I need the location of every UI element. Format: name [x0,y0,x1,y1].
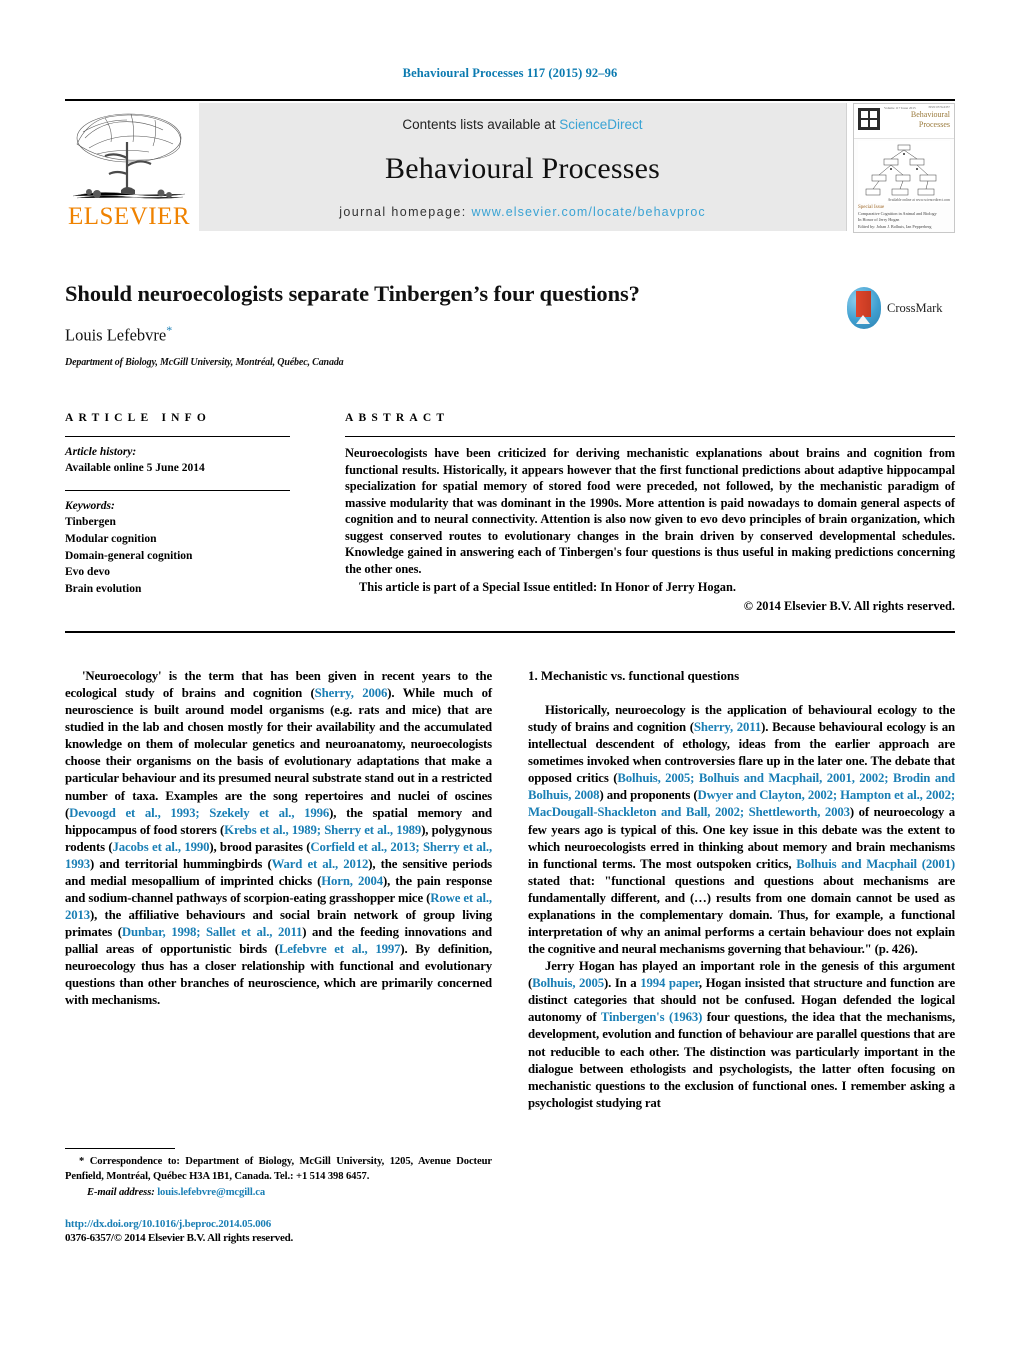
body-column-right: 1. Mechanistic vs. functional questions … [528,668,955,1112]
crossmark-label: CrossMark [887,300,943,315]
cover-title-line2: Processes [918,120,950,129]
citation-link[interactable]: 1994 paper [640,976,699,990]
citation-link[interactable]: Krebs et al., 1989; Sherry et al., 1989 [224,823,421,837]
running-head: Behavioural Processes 117 (2015) 92–96 [402,66,618,80]
abstract-copyright: © 2014 Elsevier B.V. All rights reserved… [743,598,955,613]
keyword-item: Evo devo [65,566,111,579]
doi-link[interactable]: http://dx.doi.org/10.1016/j.beproc.2014.… [65,1218,565,1230]
crossmark-badge[interactable]: CrossMark [847,285,955,331]
article-info-column: Article history: Available online 5 June… [65,436,290,598]
sciencedirect-link[interactable]: ScienceDirect [559,117,642,132]
text-run: four questions, the idea that the mechan… [528,1010,956,1110]
email-link[interactable]: louis.lefebvre@mcgill.ca [157,1187,265,1198]
keywords-label: Keywords: [65,499,115,512]
text-run: ). In a [604,976,641,991]
cover-title-line1: Behavioural [910,110,950,119]
section-title: 1. Mechanistic vs. functional questions [528,668,740,683]
issn-copyright: 0376-6357/© 2014 Elsevier B.V. All right… [65,1232,294,1244]
correspondence-marker: * [79,1156,85,1167]
author-line: Louis Lefebvre* [65,323,955,346]
journal-title: Behavioural Processes [385,151,660,185]
cover-journal-title: Behavioural Processes [911,110,950,130]
elsevier-wordmark: ELSEVIER [67,203,191,230]
author-name: Louis Lefebvre [65,325,167,345]
article-info-heading: ARTICLE INFO [65,412,212,424]
abstract-divider [345,436,955,437]
abstract-special-issue: This article is part of a Special Issue … [359,580,736,595]
paragraph: Jerry Hogan has played an important role… [528,958,955,1112]
elsevier-tree-icon [69,108,189,204]
citation-link[interactable]: Jacobs et al., 1990 [113,840,210,854]
citation-link[interactable]: Bolhuis, 2005 [532,976,604,990]
homepage-url-link[interactable]: www.elsevier.com/locate/behavproc [471,205,705,219]
correspondence-text: Correspondence to: Department of Biology… [65,1156,492,1182]
citation-link[interactable]: Sherry, 2011 [694,720,761,734]
citation-link[interactable]: Ward et al., 2012 [272,857,369,871]
cover-footer-line1: Special Issue [858,204,885,210]
doi-block: http://dx.doi.org/10.1016/j.beproc.2014.… [65,1218,565,1244]
abstract-column: Neuroecologists have been criticized for… [345,436,955,614]
cover-issn-text: ISSN 0376-6357 [928,105,950,109]
contents-prefix: Contents lists available at [402,117,556,132]
body-column-left: 'Neuroecology' is the term that has been… [65,668,492,1010]
keywords-block: Keywords: Tinbergen Modular cognition Do… [65,489,290,598]
info-divider-keywords [65,489,290,491]
article-history-value: Available online 5 June 2014 [65,462,205,475]
section-divider [65,631,955,633]
affiliation: Department of Biology, McGill University… [65,356,344,368]
citation-link[interactable]: Lefebvre et al., 1997 [279,942,401,956]
contents-line: Contents lists available at ScienceDirec… [402,117,642,132]
text-run: ). While much of neuroscience is built a… [65,686,492,820]
info-divider-top [65,436,290,437]
citation-link[interactable]: Bolhuis and Macphail (2001) [796,857,955,871]
citation-link[interactable]: Sherry, 2006 [315,686,388,700]
abstract-body: Neuroecologists have been criticized for… [345,446,955,576]
footnote-divider [65,1148,175,1149]
homepage-prefix: journal homepage: [339,205,467,219]
masthead-center: Contents lists available at ScienceDirec… [199,103,847,231]
cover-footer-right: Available online at www.sciencedirect.co… [887,197,950,202]
text-run: ), brood parasites ( [209,839,311,854]
text-run: stated that: "functional questions and q… [528,873,955,957]
footnote-block: * Correspondence to: Department of Biolo… [65,1155,492,1200]
cover-figure [858,141,950,203]
text-run: ) and proponents ( [599,788,698,803]
article-title-block: Should neuroecologists separate Tinberge… [65,281,955,368]
citation-link[interactable]: Horn, 2004 [321,874,383,888]
keyword-item: Domain-general cognition [65,549,193,562]
cover-footer-line4: Edited by: Johan J. Bolhuis, Ian Pepperb… [858,223,932,229]
paragraph: Historically, neuroecology is the applic… [528,702,955,958]
citation-link[interactable]: Dunbar, 1998; Sallet et al., 2011 [122,925,302,939]
author-footnote-marker: * [166,323,173,337]
page-title: Should neuroecologists separate Tinberge… [65,281,640,306]
cover-footer: Available online at www.sciencedirect.co… [858,198,950,230]
cover-header: Volume 117 Issue 2015 ISSN 0376-6357 Beh… [854,104,954,139]
elsevier-logo: ELSEVIER [65,103,193,231]
correspondence-note: * Correspondence to: Department of Biolo… [65,1155,492,1185]
keyword-item: Modular cognition [65,532,157,545]
paragraph: 'Neuroecology' is the term that has been… [65,668,492,1010]
journal-homepage-line: journal homepage: www.elsevier.com/locat… [339,205,706,219]
abstract-heading: ABSTRACT [345,412,450,424]
keyword-item: Tinbergen [65,515,116,528]
article-history-label: Article history: [65,446,137,458]
text-run: ) and territorial hummingbirds ( [90,856,272,871]
keyword-item: Brain evolution [65,583,142,596]
email-line: E-mail address: louis.lefebvre@mcgill.ca [87,1186,492,1201]
journal-cover-thumbnail: Volume 117 Issue 2015 ISSN 0376-6357 Beh… [853,103,955,233]
paper-page: Behavioural Processes 117 (2015) 92–96 E… [0,0,1020,1351]
cover-badge-icon [858,108,880,130]
citation-link[interactable]: Devoogd et al., 1993; Szekely et al., 19… [69,806,329,820]
crossmark-icon [847,287,881,329]
citation-link[interactable]: Tinbergen's (1963) [601,1010,702,1024]
email-label: E-mail address: [87,1186,155,1198]
journal-masthead: ELSEVIER Contents lists available at Sci… [65,99,955,233]
